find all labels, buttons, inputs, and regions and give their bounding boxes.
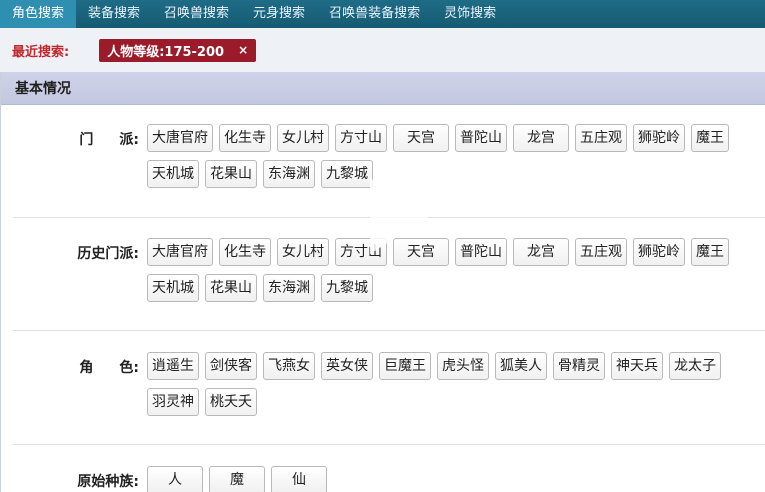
school-option[interactable]: 大唐官府 bbox=[147, 124, 213, 152]
school-option[interactable]: 五庄观 bbox=[575, 124, 627, 152]
race-filter-row: 原始种族: 人 魔 仙 bbox=[1, 466, 765, 492]
history-school-option[interactable]: 狮驼岭 bbox=[633, 238, 685, 266]
school-options: 大唐官府 化生寺 女儿村 方寸山 天宫 普陀山 龙宫 五庄观 狮驼岭 魔王 天机… bbox=[147, 124, 765, 188]
play-icon[interactable] bbox=[370, 178, 430, 254]
school-option[interactable]: 魔王 bbox=[691, 124, 729, 152]
history-school-options: 大唐官府 化生寺 女儿村 方寸山 天宫 普陀山 龙宫 五庄观 狮驼岭 魔王 天机… bbox=[147, 238, 765, 302]
character-option[interactable]: 剑侠客 bbox=[205, 352, 257, 380]
recent-search-bar: 最近搜索: 人物等级:175-200 × bbox=[0, 28, 765, 72]
character-option[interactable]: 狐美人 bbox=[495, 352, 547, 380]
history-school-option[interactable]: 大唐官府 bbox=[147, 238, 213, 266]
character-option[interactable]: 巨魔王 bbox=[379, 352, 431, 380]
school-option[interactable]: 天机城 bbox=[147, 160, 199, 188]
history-school-option[interactable]: 东海渊 bbox=[263, 274, 315, 302]
character-option[interactable]: 虎头怪 bbox=[437, 352, 489, 380]
panel-title: 基本情况 bbox=[1, 72, 765, 105]
character-filter-row: 角色: 逍遥生 剑侠客 飞燕女 英女侠 巨魔王 虎头怪 狐美人 骨精灵 神天兵 … bbox=[1, 352, 765, 416]
character-option[interactable]: 桃夭夭 bbox=[205, 388, 257, 416]
character-option[interactable]: 飞燕女 bbox=[263, 352, 315, 380]
section-divider bbox=[13, 330, 765, 331]
tab-equipment-search[interactable]: 装备搜索 bbox=[76, 0, 152, 28]
character-option[interactable]: 龙太子 bbox=[669, 352, 721, 380]
character-label: 角色: bbox=[79, 360, 139, 376]
school-option[interactable]: 东海渊 bbox=[263, 160, 315, 188]
school-option[interactable]: 狮驼岭 bbox=[633, 124, 685, 152]
tab-summon-equipment-search[interactable]: 召唤兽装备搜索 bbox=[317, 0, 432, 28]
history-school-option[interactable]: 魔王 bbox=[691, 238, 729, 266]
race-option[interactable]: 魔 bbox=[209, 466, 265, 492]
character-option[interactable]: 骨精灵 bbox=[553, 352, 605, 380]
character-options: 逍遥生 剑侠客 飞燕女 英女侠 巨魔王 虎头怪 狐美人 骨精灵 神天兵 龙太子 … bbox=[147, 352, 765, 416]
recent-search-tag-text: 人物等级:175-200 bbox=[107, 44, 225, 60]
history-school-option[interactable]: 龙宫 bbox=[513, 238, 569, 266]
recent-search-label: 最近搜索: bbox=[12, 44, 70, 60]
history-school-option[interactable]: 女儿村 bbox=[277, 238, 329, 266]
school-option[interactable]: 天宫 bbox=[393, 124, 449, 152]
recent-search-tag[interactable]: 人物等级:175-200 × bbox=[99, 38, 257, 62]
school-label: 门派: bbox=[79, 132, 139, 148]
history-school-label: 历史门派: bbox=[77, 246, 139, 262]
race-option[interactable]: 仙 bbox=[271, 466, 327, 492]
school-option[interactable]: 花果山 bbox=[205, 160, 257, 188]
school-option[interactable]: 女儿村 bbox=[277, 124, 329, 152]
history-school-option[interactable]: 天机城 bbox=[147, 274, 199, 302]
school-option[interactable]: 化生寺 bbox=[219, 124, 271, 152]
race-options: 人 魔 仙 bbox=[147, 466, 765, 492]
school-option[interactable]: 九黎城 bbox=[321, 160, 373, 188]
history-school-option[interactable]: 化生寺 bbox=[219, 238, 271, 266]
history-school-option[interactable]: 九黎城 bbox=[321, 274, 373, 302]
section-divider bbox=[13, 444, 765, 445]
tab-ornament-search[interactable]: 灵饰搜索 bbox=[432, 0, 508, 28]
school-option[interactable]: 普陀山 bbox=[455, 124, 507, 152]
school-option[interactable]: 方寸山 bbox=[335, 124, 387, 152]
history-school-option[interactable]: 花果山 bbox=[205, 274, 257, 302]
character-option[interactable]: 英女侠 bbox=[321, 352, 373, 380]
tab-summon-search[interactable]: 召唤兽搜索 bbox=[152, 0, 241, 28]
close-icon[interactable]: × bbox=[238, 43, 248, 57]
race-option[interactable]: 人 bbox=[147, 466, 203, 492]
tab-avatar-search[interactable]: 元身搜索 bbox=[241, 0, 317, 28]
history-school-option[interactable]: 五庄观 bbox=[575, 238, 627, 266]
history-school-option[interactable]: 普陀山 bbox=[455, 238, 507, 266]
basic-info-panel: 基本情况 门派: 大唐官府 化生寺 女儿村 方寸山 天宫 普陀山 龙宫 五庄观 … bbox=[0, 72, 765, 492]
character-option[interactable]: 神天兵 bbox=[611, 352, 663, 380]
character-option[interactable]: 羽灵神 bbox=[147, 388, 199, 416]
top-navigation: 角色搜索 装备搜索 召唤兽搜索 元身搜索 召唤兽装备搜索 灵饰搜索 bbox=[0, 0, 765, 28]
character-option[interactable]: 逍遥生 bbox=[147, 352, 199, 380]
tab-role-search[interactable]: 角色搜索 bbox=[0, 0, 77, 28]
race-label: 原始种族: bbox=[77, 474, 139, 490]
school-option[interactable]: 龙宫 bbox=[513, 124, 569, 152]
